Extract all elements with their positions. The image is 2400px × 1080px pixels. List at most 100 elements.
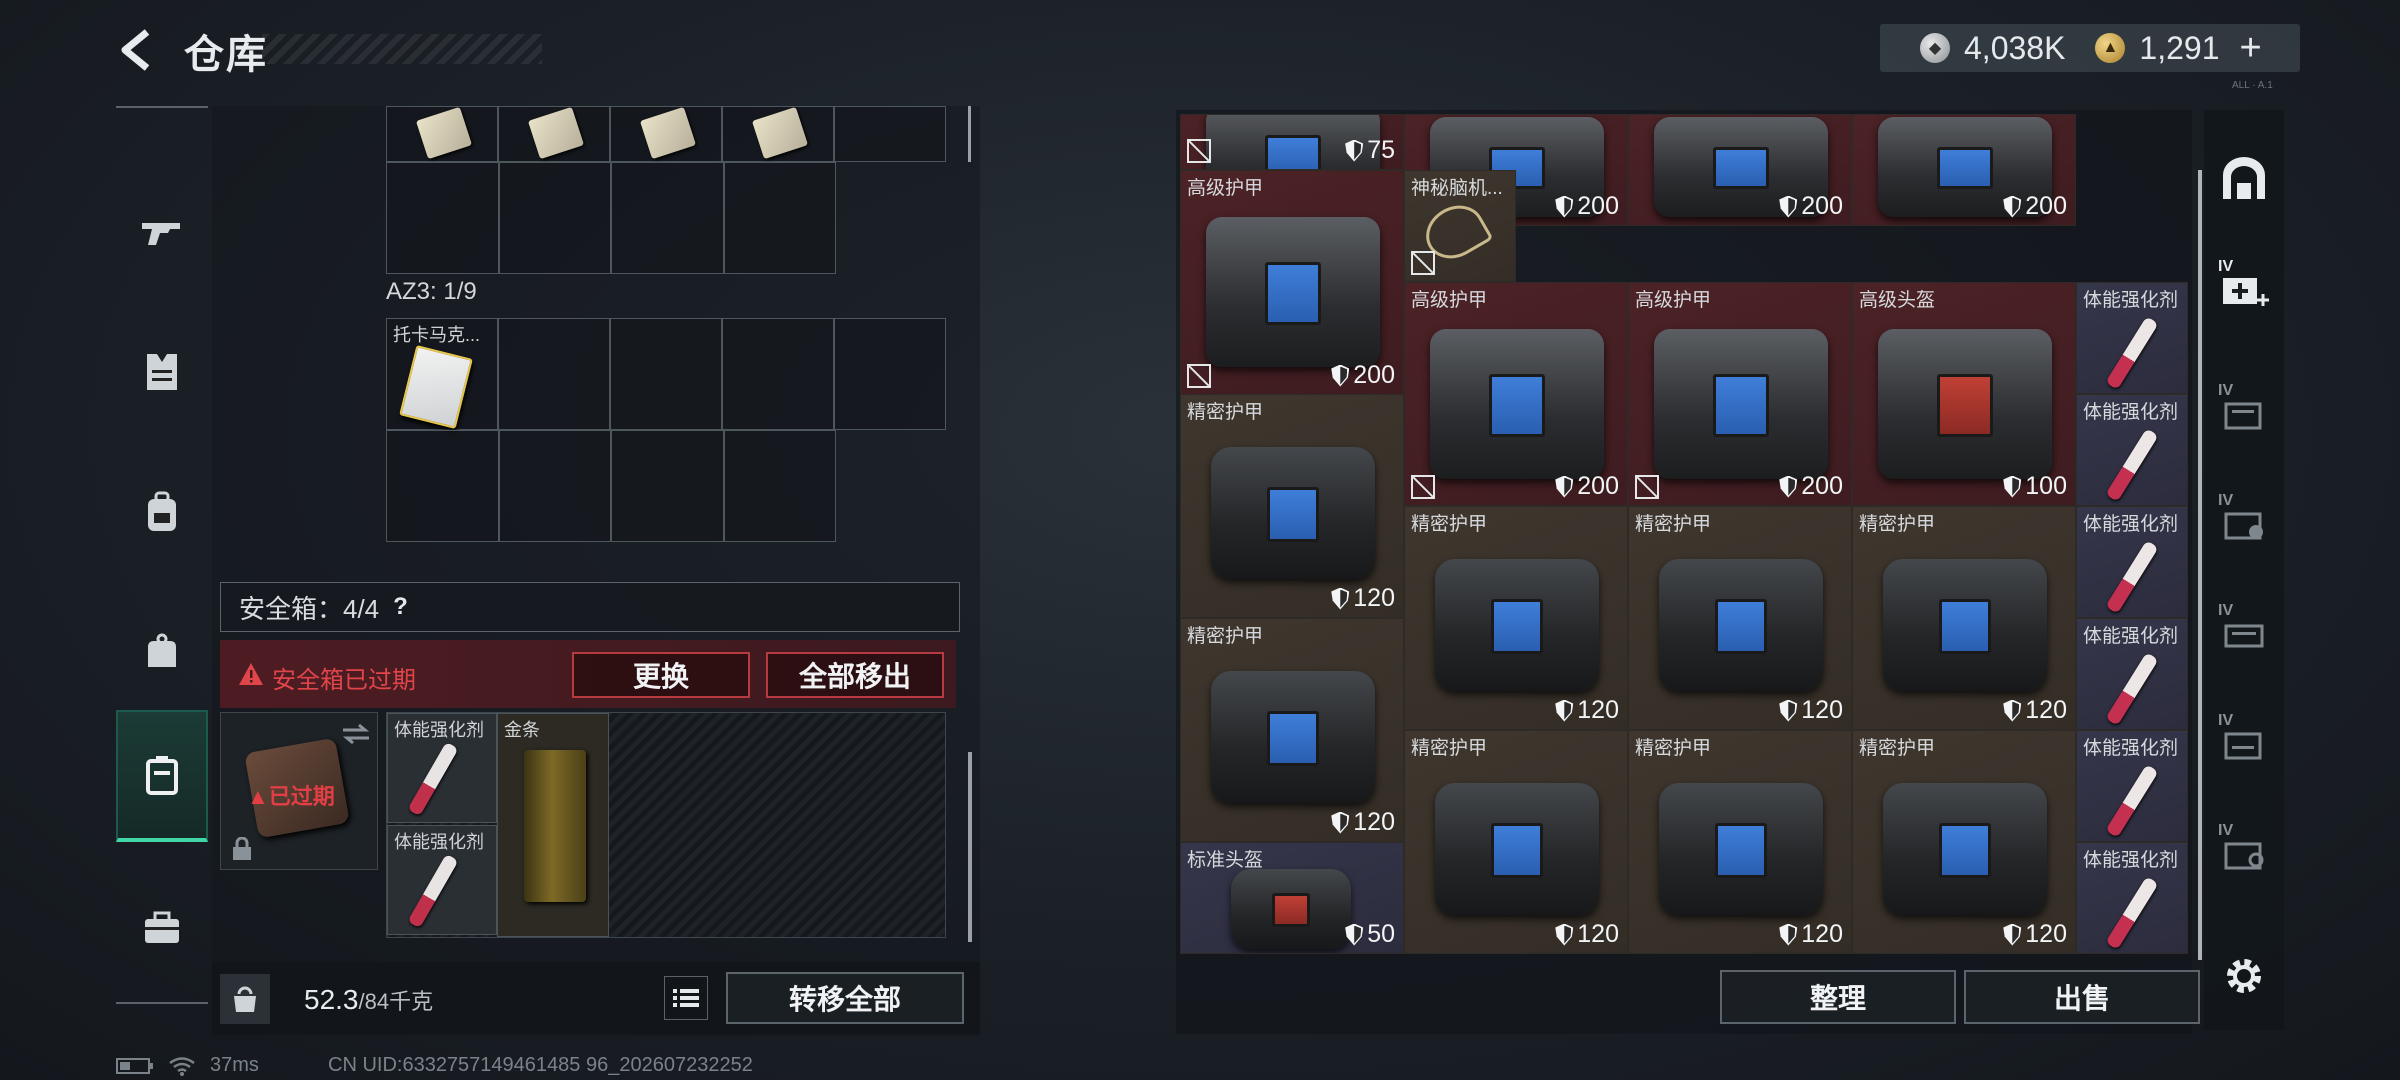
nav-bag[interactable]	[116, 586, 208, 718]
safebox-header: 安全箱：4/4 ?	[220, 582, 960, 632]
inventory-tile[interactable]: 精密护甲 120	[1180, 618, 1404, 842]
inventory-tile[interactable]: 体能强化剂	[2076, 730, 2188, 842]
top-grid-row	[386, 106, 946, 162]
item-name: 高级头盔	[1859, 290, 1936, 311]
grid-cell[interactable]	[722, 106, 834, 162]
inventory-tile[interactable]: 高级头盔 100	[1852, 282, 2076, 506]
add-storage-iv-icon[interactable]: IV	[2216, 258, 2272, 316]
currency-bar: ◆ 4,038K ▲ 1,291 +	[1880, 24, 2300, 72]
replace-button[interactable]: 更换	[572, 652, 750, 698]
inventory-tile[interactable]: 高级护甲 200	[1628, 282, 1852, 506]
storage-iv-icon-4[interactable]: IV	[2216, 712, 2272, 770]
iv-badge: IV	[2218, 258, 2234, 275]
durability-shield-icon	[2003, 475, 2022, 498]
grid-cell[interactable]	[834, 318, 946, 430]
durability: 120	[1779, 696, 1843, 725]
inventory-tile[interactable]: 体能强化剂	[2076, 394, 2188, 506]
grid-cell[interactable]	[834, 106, 946, 162]
storage-iv-icon-5[interactable]: IV	[2216, 822, 2272, 880]
inventory-tile[interactable]: 精密护甲 120	[1180, 394, 1404, 618]
inventory-tile[interactable]: 高级护甲 200	[1180, 170, 1404, 395]
inventory-tile[interactable]: 精密护甲 120	[1628, 506, 1852, 730]
safe-case-slot[interactable]: ▲已过期	[220, 712, 378, 870]
inventory-tile[interactable]: 神秘脑机...	[1404, 170, 1516, 282]
storage-iv-icon-3[interactable]: IV	[2216, 602, 2272, 660]
case-expired-tag: ▲已过期	[247, 784, 335, 809]
grid-cell[interactable]	[386, 106, 498, 162]
nav-vest[interactable]	[116, 306, 208, 438]
page-title: 仓库	[184, 33, 268, 77]
scrollbar-thumb[interactable]	[968, 752, 972, 942]
inventory-tile[interactable]: 体能强化剂	[2076, 506, 2188, 618]
inventory-tile[interactable]: 精密护甲 120	[1852, 506, 2076, 730]
storage-iv-icon-2[interactable]: IV	[2216, 492, 2272, 550]
inventory-tile[interactable]: 精密护甲 120	[1404, 506, 1628, 730]
gold-amount: 1,291	[2139, 29, 2220, 66]
help-icon[interactable]: ?	[393, 593, 408, 621]
grid-cell[interactable]	[610, 318, 722, 430]
title-decoration	[262, 34, 542, 64]
inventory-tile[interactable]: 高级护甲 200	[1404, 282, 1628, 506]
grid-cell[interactable]	[498, 318, 610, 430]
iv-badge: IV	[2218, 712, 2234, 729]
weight-lock[interactable]	[220, 974, 270, 1024]
grid-cell[interactable]	[498, 162, 611, 274]
settings-gear-icon[interactable]	[2216, 948, 2272, 1004]
safebox-item-stim-2[interactable]: 体能强化剂	[387, 825, 497, 935]
grid-cell[interactable]	[498, 430, 611, 542]
durability-value: 120	[2025, 696, 2067, 724]
grid-cell[interactable]	[386, 430, 499, 542]
safebox-item-gold[interactable]: 金条	[497, 713, 609, 937]
list-view-button[interactable]	[664, 976, 708, 1020]
armor-item-icon	[1211, 447, 1375, 579]
az3-item-tokamak[interactable]: 托卡马克...	[386, 318, 498, 430]
inventory-tile[interactable]: 精密护甲 120	[1628, 730, 1852, 954]
durability: 200	[1555, 472, 1619, 501]
item-name: 精密护甲	[1411, 514, 1488, 535]
storage-iv-icon[interactable]: IV	[2216, 382, 2272, 440]
inventory-tile[interactable]: 标准头盔 50	[1180, 842, 1404, 954]
nav-safe-case[interactable]	[116, 710, 208, 842]
grid-cell[interactable]	[611, 430, 724, 542]
back-arrow-icon	[121, 29, 150, 71]
grid-row	[386, 162, 836, 274]
inventory-tile[interactable]: 精密护甲 120	[1404, 730, 1628, 954]
nav-toolbox[interactable]	[116, 862, 208, 994]
durability-value: 200	[1577, 192, 1619, 220]
durability-value: 120	[1353, 808, 1395, 836]
inventory-tile[interactable]: 体能强化剂	[2076, 842, 2188, 954]
durability: 200	[2003, 192, 2067, 221]
nav-weapons[interactable]	[116, 166, 208, 298]
grid-cell[interactable]	[386, 162, 499, 274]
grid-cell[interactable]	[498, 106, 610, 162]
nav-backpack[interactable]	[116, 446, 208, 578]
item-name: 托卡马克...	[393, 325, 481, 345]
item-name: 金条	[504, 720, 540, 740]
sort-button[interactable]: 整理	[1720, 970, 1956, 1024]
item-name: 高级护甲	[1635, 290, 1712, 311]
inventory-tile[interactable]: 体能强化剂	[2076, 282, 2188, 394]
storage-arch-icon[interactable]	[2216, 150, 2272, 206]
safebox-item-stim-1[interactable]: 体能强化剂	[387, 713, 497, 823]
grid-cell[interactable]	[610, 106, 722, 162]
inventory-tile[interactable]: 精密护甲 120	[1852, 730, 2076, 954]
scrollbar-thumb[interactable]	[2198, 170, 2202, 960]
item-name: 精密护甲	[1411, 738, 1488, 759]
item-name: 精密护甲	[1187, 402, 1264, 423]
back-button[interactable]	[112, 24, 162, 76]
inventory-tile[interactable]: 200	[1852, 114, 2076, 226]
inventory-tile[interactable]: 75	[1180, 114, 1404, 170]
remove-all-button[interactable]: 全部移出	[766, 652, 944, 698]
grid-cell[interactable]	[723, 430, 836, 542]
grid-cell[interactable]	[611, 162, 724, 274]
transfer-all-button[interactable]: 转移全部	[726, 972, 964, 1024]
durability: 120	[1331, 808, 1395, 837]
inventory-tile[interactable]: 体能强化剂	[2076, 618, 2188, 730]
scrollbar-thumb[interactable]	[968, 106, 971, 162]
sell-button[interactable]: 出售	[1964, 970, 2200, 1024]
add-currency-button[interactable]: +	[2240, 27, 2262, 70]
inventory-tile[interactable]: 200	[1628, 114, 1852, 226]
grid-cell[interactable]	[722, 318, 834, 430]
grid-cell[interactable]	[723, 162, 836, 274]
durability-value: 120	[2025, 920, 2067, 948]
